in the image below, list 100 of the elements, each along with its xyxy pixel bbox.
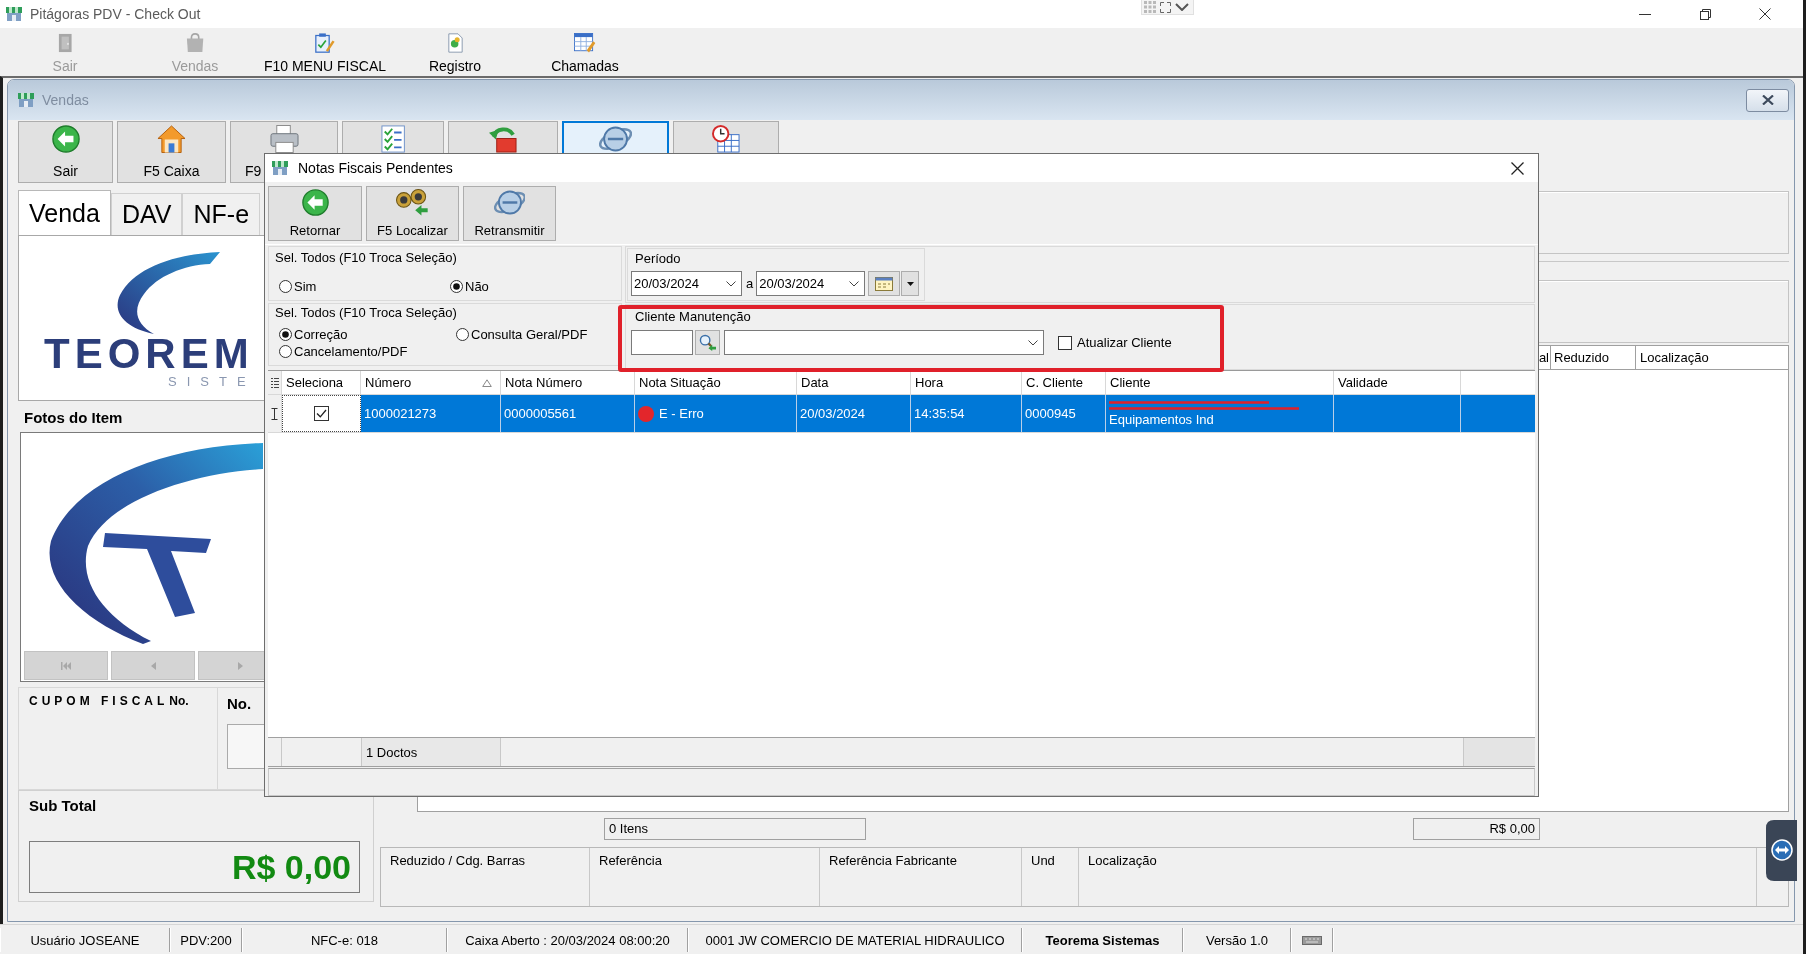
client-field[interactable] — [724, 330, 1044, 355]
receipt-number-label: No. — [169, 694, 189, 708]
dropdown-button[interactable] — [901, 271, 920, 296]
chevron-down-icon — [726, 280, 736, 287]
table-cell: 0000005561 — [501, 395, 635, 432]
date-field[interactable]: 20/03/2024 — [631, 271, 742, 296]
column-header[interactable]: Seleciona — [282, 371, 361, 394]
triangle-down-icon — [906, 281, 914, 286]
date-field[interactable]: 20/03/2024 — [756, 271, 866, 296]
next-icon — [237, 661, 243, 670]
first-icon — [61, 661, 71, 670]
subtotal-label: Sub Total — [29, 797, 98, 814]
side-tab-icon[interactable] — [1766, 820, 1797, 881]
chevron-down-icon — [1028, 339, 1038, 346]
column-header[interactable]: Data — [797, 371, 911, 394]
window-title: Pitágoras PDV - Check Out — [30, 6, 201, 22]
toolbar-button[interactable]: Retransmitir — [463, 186, 556, 241]
door-icon — [57, 33, 73, 53]
status-item: Versão 1.0 — [1183, 928, 1291, 952]
binoculars-icon — [396, 189, 429, 216]
total-amount: R$ 0,00 — [1413, 817, 1540, 840]
house-icon — [157, 125, 186, 153]
subtotal-value: R$ 0,00 — [29, 841, 360, 893]
column-header[interactable]: Cliente — [1106, 371, 1334, 394]
table-cell: 1000021273 — [361, 395, 501, 432]
radio-button[interactable] — [279, 345, 292, 358]
status-item: Caixa Aberto : 20/03/2024 08:00:20 — [447, 928, 688, 952]
column-header[interactable]: Localização — [1640, 350, 1709, 365]
toolbar-button[interactable]: Chamadas — [520, 28, 650, 76]
toolbar-button[interactable]: Retornar — [268, 186, 362, 241]
radio-label: Consulta Geral/PDF — [471, 327, 588, 342]
document-icon — [447, 33, 463, 53]
calendar-icon — [875, 276, 894, 291]
column-header[interactable]: Nota Número — [501, 371, 635, 394]
column-header[interactable]: Hora — [911, 371, 1022, 394]
toolbar-button[interactable]: Registro — [390, 28, 520, 76]
store-icon — [6, 7, 22, 21]
code-field[interactable] — [631, 330, 693, 355]
column-header[interactable]: Nota Situação — [635, 371, 797, 394]
window-title: Vendas — [42, 92, 89, 108]
receipt-title: CUPOM FISCAL — [29, 694, 169, 708]
radio-button[interactable] — [450, 280, 463, 293]
range-separator: a — [745, 276, 754, 291]
minimize-icon — [1639, 13, 1651, 15]
item-count: 0 Itens — [604, 817, 866, 840]
section-title: Fotos do Item — [23, 408, 123, 428]
search-icon — [699, 334, 716, 351]
column-header[interactable]: Reduzido — [1554, 350, 1609, 365]
store-icon — [272, 161, 288, 175]
toolbar-button[interactable]: F5 Localizar — [366, 186, 459, 241]
radio-label: Não — [465, 279, 489, 294]
toolbar-button[interactable]: F5 Caixa — [117, 121, 226, 183]
radio-label: Cancelamento/PDF — [294, 344, 408, 359]
close-button[interactable] — [1746, 88, 1789, 112]
checkbox[interactable] — [314, 406, 329, 421]
column-header[interactable]: al — [1538, 350, 1549, 365]
column-header[interactable]: C. Cliente — [1022, 371, 1106, 394]
group-title: Cliente Manutenção — [635, 309, 752, 325]
shopping-bag-icon — [185, 33, 205, 53]
column-header[interactable]: Validade — [1334, 371, 1461, 394]
tab[interactable]: NF-e — [182, 193, 261, 235]
table-cell: 14:35:54 — [911, 395, 1022, 432]
status-item: PDV:200 — [170, 928, 242, 952]
list-icon — [270, 377, 279, 388]
radio-button[interactable] — [279, 328, 292, 341]
chevron-down-icon — [1175, 3, 1189, 11]
logo-text: TEOREM — [44, 336, 254, 372]
close-icon — [1759, 8, 1771, 20]
checkbox-label: Atualizar Cliente — [1077, 335, 1172, 350]
logo-tagline: SISTE — [168, 374, 256, 389]
field-label: Localização — [1088, 853, 1157, 868]
toolbar-button[interactable]: Sair — [18, 121, 113, 183]
grid-icon — [1144, 1, 1156, 13]
column-header[interactable]: Número — [361, 371, 501, 394]
close-icon — [1760, 95, 1775, 105]
planet-icon — [493, 189, 526, 216]
radio-button[interactable] — [279, 280, 292, 293]
previous-icon — [150, 661, 156, 670]
table-row[interactable]: 1000021273 0000005561 E - Erro 20/03/2024 14:35:54 0000945 Equipamentos Ind — [268, 395, 1535, 433]
table-cell: 0000945 — [1022, 395, 1106, 432]
tab[interactable]: Venda — [18, 190, 111, 235]
checkbox[interactable] — [1058, 335, 1072, 350]
clipboard-icon — [315, 33, 335, 53]
calendar-icon — [574, 33, 596, 53]
field-label: Und — [1031, 853, 1055, 868]
toolbar-button[interactable]: F10 MENU FISCAL — [260, 28, 390, 76]
search-button[interactable] — [695, 330, 720, 355]
field-label: Referência — [599, 853, 662, 868]
record-count: 1 Doctos — [362, 738, 501, 766]
store-icon — [18, 93, 34, 107]
table-cell: 20/03/2024 — [797, 395, 911, 432]
calendar-button[interactable] — [868, 271, 901, 296]
expand-icon — [1160, 1, 1171, 13]
tab[interactable]: DAV — [110, 193, 183, 235]
group-title: Sel. Todos (F10 Troca Seleção) — [275, 250, 458, 266]
table-cell: E - Erro — [659, 406, 704, 421]
radio-button[interactable] — [456, 328, 469, 341]
close-icon — [1510, 161, 1524, 175]
chevron-down-icon — [849, 280, 860, 287]
status-item: Teorema Sistemas — [1022, 928, 1183, 952]
